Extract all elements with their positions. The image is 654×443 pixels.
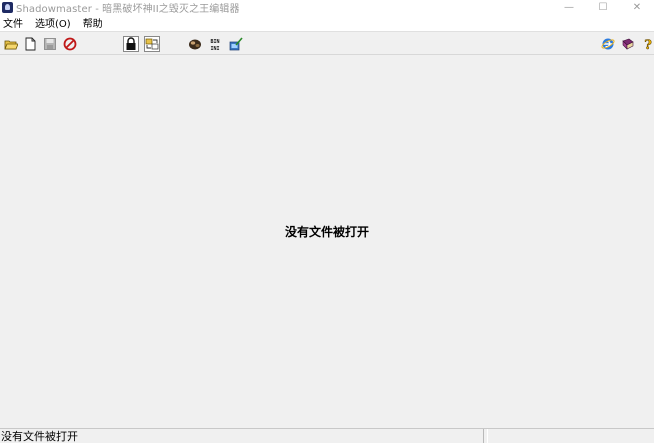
svg-text:?: ?	[644, 38, 652, 51]
app-icon	[2, 1, 13, 13]
maximize-button[interactable]: ☐	[586, 0, 620, 14]
minimize-button[interactable]: —	[552, 0, 586, 14]
svg-text:INI: INI	[210, 46, 219, 51]
menu-file[interactable]: 文件	[2, 15, 28, 30]
save-button[interactable]	[42, 36, 58, 52]
lock-button[interactable]	[123, 36, 139, 52]
ie-icon	[601, 38, 615, 50]
help-button[interactable]: ?	[640, 36, 654, 52]
save-icon	[44, 38, 56, 50]
edit-tool-icon	[229, 37, 243, 51]
status-text: 没有文件被打开	[0, 429, 484, 443]
book-icon	[622, 38, 634, 50]
book-button[interactable]	[620, 36, 636, 52]
svg-text:BIN: BIN	[210, 39, 219, 45]
menu-options[interactable]: 选项(O)	[34, 15, 76, 30]
transfer-icon	[145, 38, 159, 50]
menu-help[interactable]: 帮助	[82, 15, 108, 30]
edit-tool-button[interactable]	[228, 36, 244, 52]
character-button[interactable]	[187, 36, 203, 52]
toolbar: BIN INI ?	[0, 31, 654, 55]
bin-ini-icon: BIN INI	[210, 39, 219, 51]
main-area: 没有文件被打开	[0, 55, 654, 428]
stop-button[interactable]	[62, 36, 78, 52]
open-icon	[4, 40, 18, 50]
no-file-message: 没有文件被打开	[284, 225, 369, 239]
status-pane-right	[487, 429, 654, 443]
new-file-button[interactable]	[22, 36, 38, 52]
status-bar: 没有文件被打开	[0, 428, 654, 443]
lock-icon	[126, 37, 136, 50]
help-icon: ?	[644, 38, 653, 51]
close-button[interactable]: ✕	[620, 0, 654, 14]
menu-bar: 文件 选项(O) 帮助	[0, 14, 654, 31]
open-button[interactable]	[3, 36, 19, 52]
character-icon	[189, 39, 201, 50]
transfer-button[interactable]	[144, 36, 160, 52]
stop-icon	[63, 37, 77, 51]
bin-ini-button[interactable]: BIN INI	[207, 36, 223, 52]
window-title: Shadowmaster - 暗黑破坏神II之毁灭之王编辑器	[16, 3, 240, 15]
window-controls: — ☐ ✕	[552, 0, 654, 14]
title-bar[interactable]: Shadowmaster - 暗黑破坏神II之毁灭之王编辑器 — ☐ ✕	[0, 0, 654, 15]
ie-button[interactable]	[600, 36, 616, 52]
new-file-icon	[25, 37, 36, 51]
